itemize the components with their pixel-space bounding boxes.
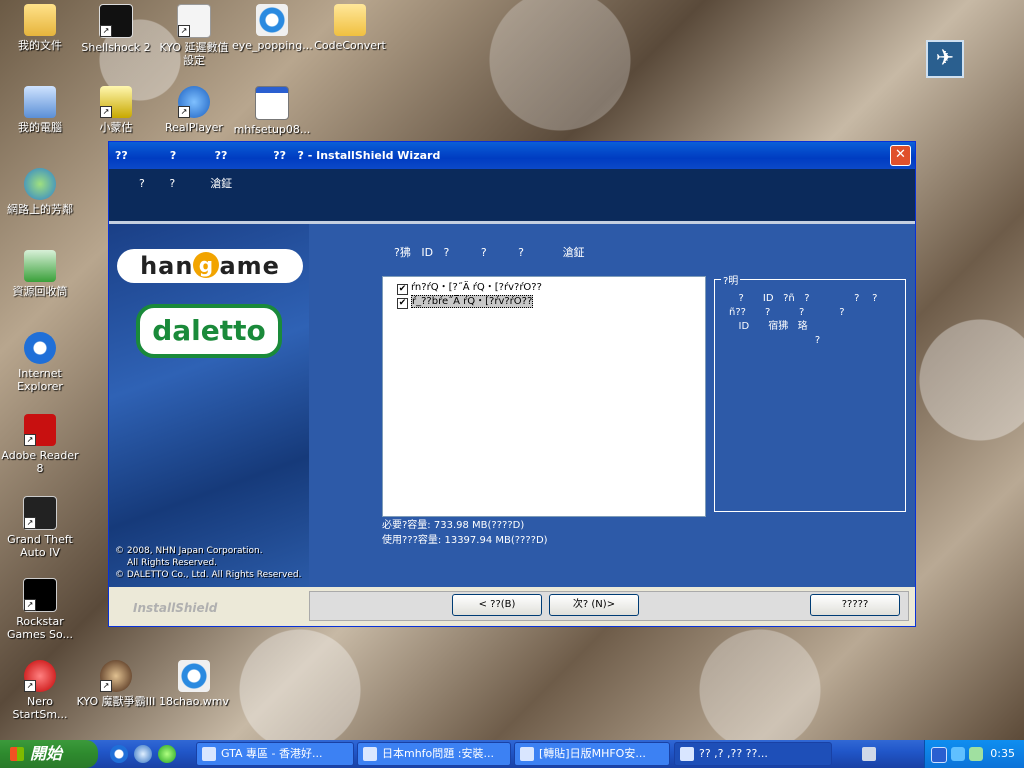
window-title: ?? ? ?? ?? ? - InstallShield Wizard [115,149,441,162]
checkbox-checked-icon[interactable]: ✔ [397,298,408,309]
taskbar-item[interactable]: [轉貼]日版MHFO安... [514,742,670,766]
taskbar-item[interactable]: GTA 專區 - 香港好... [196,742,354,766]
taskbar-overflow-icon[interactable] [862,747,876,761]
header-title: ? ? 滄鉦 [139,177,233,190]
video-file-icon[interactable]: 18chao.wmv [154,660,234,708]
shellshock-2-icon[interactable]: ↗ Shellshock 2 [76,4,156,54]
space-required: 必要?容量: 733.98 MB(????D) [382,520,525,531]
nero-startsmart-icon[interactable]: ↗ Nero StartSm... [0,660,80,721]
taskbar: 開始 GTA 專區 - 香港好... 日本mhfo問題 :安裝... [轉貼]日… [0,740,1024,768]
system-tray: 0:35 [924,740,1024,768]
mhfsetup-window-icon[interactable]: mhfsetup08... [232,86,312,136]
installshield-brand: InstallShield [133,601,218,615]
instruction-text: ?狒 ID ? ? ? 滄鉦 [394,246,585,259]
start-button[interactable]: 開始 [0,740,98,768]
taskbar-item[interactable]: 日本mhfo問題 :安裝... [357,742,511,766]
branding-panel: han g ame daletto © 2008, NHN Japan Corpor… [109,224,309,587]
internet-explorer-icon[interactable]: Internet Explorer [0,332,80,393]
gta-iv-icon[interactable]: ↗ Grand Theft Auto IV [0,496,80,559]
safely-remove-icon[interactable] [969,747,983,761]
wizard-header: ? ? 滄鉦 [109,169,915,221]
copyright-notice: © 2008, NHN Japan Corporation. All Right… [115,546,302,580]
tray-expand-icon[interactable] [931,747,947,763]
realplayer-icon[interactable]: ↗ RealPlayer [154,86,234,134]
quicklaunch-desktop-icon[interactable] [134,745,152,763]
next-button[interactable]: 次? (N)> [549,594,639,616]
disk-space-info: 必要?容量: 733.98 MB(????D) 使用???容量: 13397.9… [382,518,548,548]
adobe-reader-icon[interactable]: ↗ Adobe Reader 8 [0,414,80,475]
codeconvert-folder-icon[interactable]: CodeConvert [310,4,390,52]
recycle-bin-icon[interactable]: 資源回收筒 [0,250,80,298]
windows-logo-icon [10,747,24,761]
title-bar[interactable]: ?? ? ?? ?? ? - InstallShield Wizard ✕ [109,142,915,169]
kyo-warcraft-iii-icon[interactable]: ↗ KYO 魔獸爭霸III [76,660,156,708]
installshield-wizard-window: ?? ? ?? ?? ? - InstallShield Wizard ✕ ? … [108,141,916,627]
taskbar-item-active[interactable]: ?? ,? ,?? ??... [674,742,832,766]
hangame-logo: han g ame [117,249,303,283]
browser-icon [363,747,377,761]
feature-item[interactable]: ✔ ŕ_??bŕe˝Ä ŕQ・[?ŕv?ŕO?? [397,295,534,309]
installer-icon [680,747,694,761]
my-documents-icon[interactable]: 我的文件 [0,4,80,52]
description-text: ? ID ?ñ ? ? ? ñ?? ? ? ? ID 宿狒 珞 ? [729,293,878,346]
clock: 0:35 [990,747,1015,760]
space-available: 使用???容量: 13397.94 MB(????D) [382,535,548,546]
wizard-body: han g ame daletto © 2008, NHN Japan Corpor… [109,224,915,587]
rockstar-games-icon[interactable]: ↗ Rockstar Games So... [0,578,80,641]
checkbox-checked-icon[interactable]: ✔ [397,284,408,295]
xiaomeng-icon[interactable]: ↗ 小蒙估 [76,86,156,134]
browser-icon [520,747,534,761]
my-computer-icon[interactable]: 我的電腦 [0,86,80,134]
close-icon[interactable]: ✕ [890,145,911,166]
messenger-shortcut-icon[interactable]: ✈ [926,40,964,78]
network-places-icon[interactable]: 網路上的芳鄰 [0,168,80,216]
kyo-delay-setting-icon[interactable]: ↗ KYO 延遲數值設定 [154,4,234,67]
description-group: ?明 ? ID ?ñ ? ? ? ñ?? ? ? ? ID 宿狒 珞 ? [714,272,906,512]
browser-icon [202,747,216,761]
feature-item[interactable]: ✔ ŕn?ŕQ・[?˝Ä ŕQ・[?ŕv?ŕO?? [397,281,542,295]
description-legend: ?明 [721,272,741,287]
network-icon[interactable] [951,747,965,761]
quicklaunch-media-icon[interactable] [158,745,176,763]
feature-tree[interactable]: ✔ ŕn?ŕQ・[?˝Ä ŕQ・[?ŕv?ŕO?? ✔ ŕ_??bŕe˝Ä ŕQ・[… [382,276,706,517]
daletto-logo: daletto [136,304,282,358]
back-button[interactable]: < ??(B) [452,594,542,616]
wizard-footer: InstallShield < ??(B) 次? (N)> ????? [109,587,915,626]
cancel-button[interactable]: ????? [810,594,900,616]
eye-popping-video-icon[interactable]: eye_popping... [232,4,313,52]
quicklaunch-ie-icon[interactable] [110,745,128,763]
